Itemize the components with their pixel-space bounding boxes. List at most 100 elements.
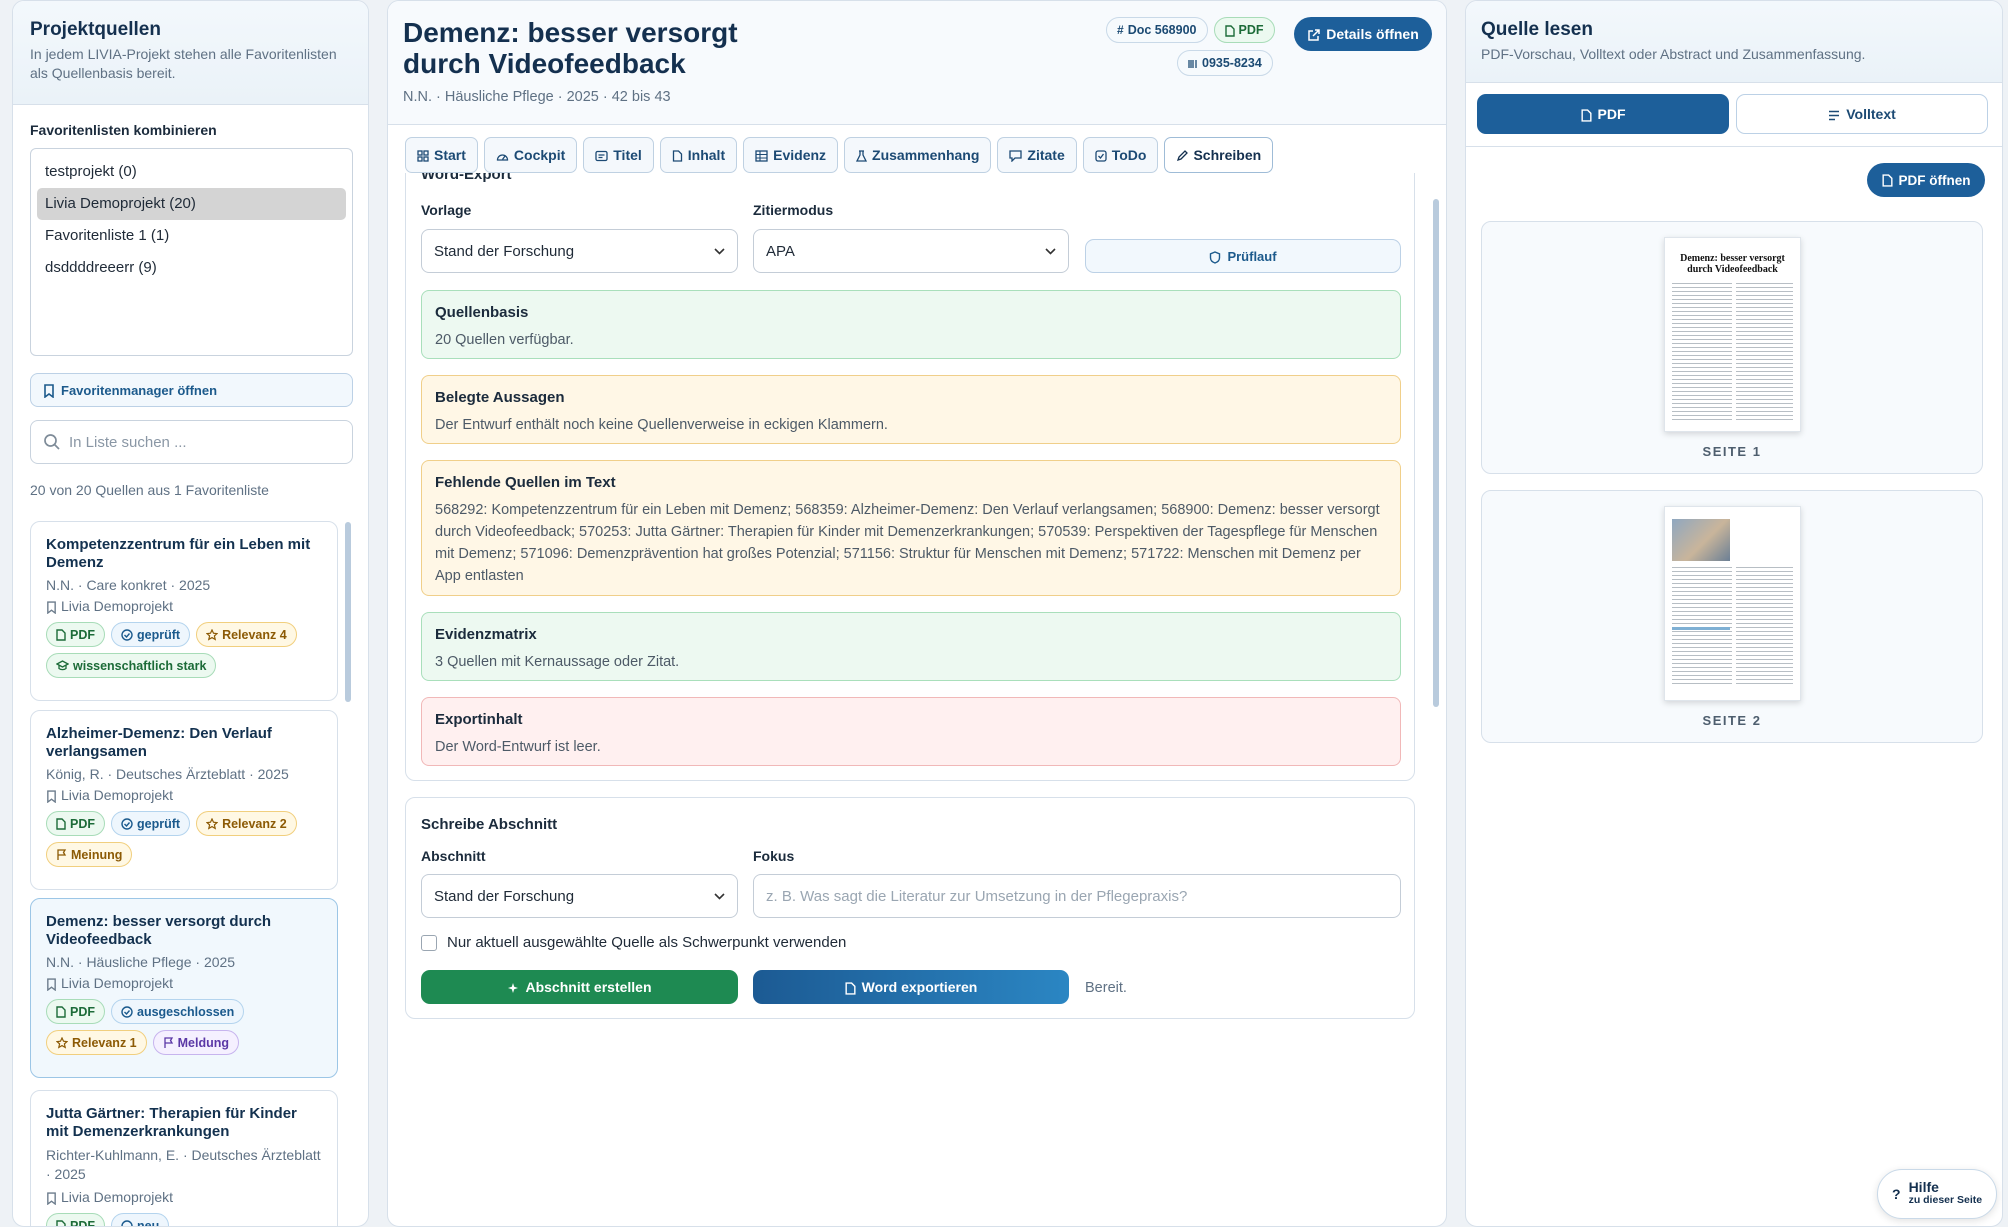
left-title: Projektquellen: [30, 19, 161, 40]
create-section-button[interactable]: Abschnitt erstellen: [421, 970, 738, 1004]
tab-pdf-label: PDF: [1597, 106, 1626, 122]
list-scrollbar[interactable]: [345, 522, 351, 702]
list-option-favoritenliste-1[interactable]: Favoritenliste 1 (1): [37, 220, 346, 252]
tag-label: PDF: [70, 1218, 95, 1227]
tag-label: Relevanz 1: [72, 1035, 137, 1050]
details-open-label: Details öffnen: [1326, 26, 1419, 42]
page-thumbnail[interactable]: [1664, 506, 1801, 701]
open-pdf-button[interactable]: PDF öffnen: [1867, 163, 1985, 197]
favorites-manager-button[interactable]: Favoritenmanager öffnen: [30, 373, 353, 407]
status-box-quellenbasis: Quellenbasis 20 Quellen verfügbar.: [421, 290, 1401, 359]
tag-label: PDF: [70, 627, 95, 642]
source-card[interactable]: Alzheimer-Demenz: Den Verlauf verlangsam…: [30, 710, 338, 890]
tag-evidence: wissenschaftlich stark: [46, 653, 217, 678]
text-lines-icon: [1828, 106, 1840, 122]
quote-icon: [1009, 147, 1023, 163]
tab-start[interactable]: Start: [405, 137, 478, 173]
source-card[interactable]: Jutta Gärtner: Therapien für Kinder mit …: [30, 1090, 338, 1227]
card-meta: N.N. · Häusliche Pflege · 2025: [46, 954, 236, 970]
list-search-input[interactable]: In Liste suchen ...: [30, 420, 353, 464]
pruef-button[interactable]: Prüflauf: [1085, 239, 1401, 273]
list-option-dsddddreeerr[interactable]: dsddddreeerr (9): [37, 252, 346, 284]
tab-evidenz[interactable]: Evidenz: [743, 137, 839, 173]
source-card-selected[interactable]: Demenz: besser versorgt durch Videofeedb…: [30, 898, 338, 1078]
tab-inhalt[interactable]: Inhalt: [659, 137, 738, 173]
card-project: Livia Demoprojekt: [46, 1189, 322, 1205]
tag-label: geprüft: [137, 627, 181, 642]
search-placeholder: In Liste suchen ...: [69, 433, 187, 451]
doc-meta: N.N. · Häusliche Pflege · 2025 · 42 bis …: [403, 89, 671, 105]
doc-title-line2: durch Videofeedback: [403, 48, 686, 79]
status-box-text: 20 Quellen verfügbar.: [435, 332, 574, 348]
status-box-fehlende-quellen: Fehlende Quellen im Text 568292: Kompete…: [421, 460, 1401, 596]
focus-source-checkbox-row[interactable]: Nur aktuell ausgewählte Quelle als Schwe…: [421, 934, 846, 951]
tag-label: ausgeschlossen: [137, 1004, 235, 1019]
doc-icon: [1580, 106, 1592, 122]
card-meta: Richter-Kuhlmann, E. · Deutsches Ärztebl…: [46, 1147, 321, 1182]
card-title: Demenz: besser versorgt durch Videofeedb…: [46, 913, 272, 948]
tag-pdf: PDF: [46, 1213, 105, 1227]
card-project: Livia Demoprojekt: [46, 787, 322, 803]
combine-label: Favoritenlisten kombinieren: [30, 122, 217, 138]
details-open-button[interactable]: Details öffnen: [1294, 17, 1432, 51]
tab-zitate[interactable]: Zitate: [997, 137, 1077, 173]
tag-status: neu: [111, 1213, 170, 1226]
favorite-lists-listbox[interactable]: testprojekt (0) Livia Demoprojekt (20) F…: [30, 148, 353, 356]
pdf-page-card-1[interactable]: Demenz: besser versorgt durch Videofeedb…: [1481, 221, 1983, 474]
vorlage-value: Stand der Forschung: [434, 242, 575, 260]
tag-status: ausgeschlossen: [111, 999, 245, 1024]
vorlage-select[interactable]: Stand der Forschung: [421, 229, 738, 273]
tag-type: Meldung: [152, 1030, 240, 1055]
doc-icon: [845, 979, 856, 995]
tab-titel[interactable]: Titel: [583, 137, 654, 173]
card-title: Alzheimer-Demenz: Den Verlauf verlangsam…: [46, 725, 272, 760]
tab-volltext[interactable]: Volltext: [1736, 94, 1988, 134]
tag-relevance: Relevanz 2: [196, 811, 297, 836]
fokus-placeholder: z. B. Was sagt die Literatur zur Umsetzu…: [766, 887, 1188, 905]
help-button[interactable]: ? Hilfe zu dieser Seite: [1877, 1169, 1997, 1219]
doc-header: Demenz: besser versorgt durch Videofeedb…: [388, 1, 1446, 125]
source-count-text: 20 von 20 Quellen aus 1 Favoritenliste: [30, 482, 269, 498]
card-project-label: Livia Demoprojekt: [61, 787, 174, 803]
abschnitt-select[interactable]: Stand der Forschung: [421, 874, 738, 918]
pruef-label: Prüflauf: [1227, 248, 1277, 264]
card-project: Livia Demoprojekt: [46, 598, 322, 614]
focus-source-checkbox[interactable]: [421, 934, 437, 951]
list-option-testprojekt[interactable]: testprojekt (0): [37, 156, 346, 188]
tag-label: Meinung: [71, 847, 123, 862]
tab-todo[interactable]: ToDo: [1082, 137, 1159, 173]
word-export-label: Word exportieren: [861, 979, 978, 995]
card-project-label: Livia Demoprojekt: [61, 1189, 174, 1205]
thumbnail-title-line2: durch Videofeedback: [1687, 264, 1778, 275]
tab-label: Start: [434, 147, 466, 163]
sparkle-icon: [507, 979, 519, 995]
thumbnail-text-block: [1672, 283, 1793, 423]
write-section-title: Schreibe Abschnitt: [421, 816, 558, 833]
card-title: Kompetenzzentrum für ein Leben mit Demen…: [46, 536, 311, 571]
tab-schreiben[interactable]: Schreiben: [1164, 137, 1274, 173]
fokus-input[interactable]: z. B. Was sagt die Literatur zur Umsetzu…: [753, 874, 1401, 918]
reader-tabs-row: PDF Volltext: [1466, 83, 2002, 147]
tab-pdf[interactable]: PDF: [1477, 94, 1729, 134]
zitiermodus-select[interactable]: APA: [753, 229, 1069, 273]
tag-pdf: PDF: [46, 999, 105, 1024]
tab-cockpit[interactable]: Cockpit: [483, 137, 578, 173]
source-card[interactable]: Kompetenzzentrum für ein Leben mit Demen…: [30, 521, 351, 702]
word-export-button[interactable]: Word exportieren: [753, 970, 1069, 1004]
pdf-chip: PDF: [1213, 17, 1275, 43]
tag-label: geprüft: [137, 816, 181, 831]
thumbnail-title: Demenz: besser versorgt durch Videofeedb…: [1672, 253, 1793, 275]
status-box-text: Der Entwurf enthält noch keine Quellenve…: [435, 417, 888, 433]
middle-scrollbar[interactable]: [1433, 199, 1439, 707]
list-option-livia-demoprojekt[interactable]: Livia Demoprojekt (20): [37, 188, 346, 220]
tab-zusammenhang[interactable]: Zusammenhang: [844, 137, 992, 173]
cap-icon: [56, 659, 69, 673]
tag-label: PDF: [70, 1004, 95, 1019]
pdf-page-card-2[interactable]: SEITE 2: [1481, 490, 1983, 743]
doc-icon: [56, 628, 66, 642]
page-thumbnail[interactable]: Demenz: besser versorgt durch Videofeedb…: [1664, 237, 1801, 432]
status-box-text: Der Word-Entwurf ist leer.: [435, 739, 601, 755]
card-project-label: Livia Demoprojekt: [61, 975, 174, 991]
page-label: SEITE 2: [1702, 713, 1762, 728]
doc-icon: [56, 1219, 66, 1226]
